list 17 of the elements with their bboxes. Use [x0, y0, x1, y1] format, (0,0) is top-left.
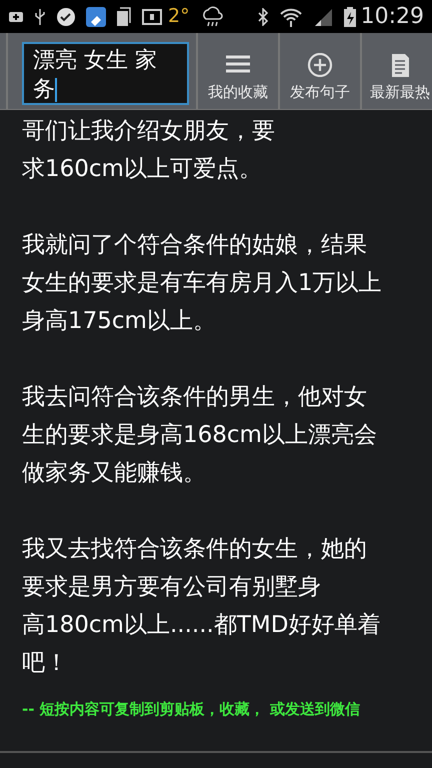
copy-icon — [116, 6, 132, 26]
wifi-icon — [278, 6, 303, 26]
battery-icon — [342, 6, 357, 28]
signal-icon — [312, 6, 333, 26]
hint-text: -- 短按内容可复制到剪贴板，收藏， 或发送到微信 — [22, 699, 361, 720]
check-icon — [56, 6, 76, 26]
post-paragraph: 我去问符合该条件的男生，他对女 生的要求是身高168cm以上漂亮会 做家务又能赚钱。 — [22, 383, 378, 488]
post-paragraph: 我又去找符合该条件的女生，她的 要求是男方要有公司有别墅身 高180cm以上......都TMD好好单着 吧！ — [22, 535, 382, 678]
bluetooth-icon — [256, 8, 269, 26]
post-paragraph: 我就问了个符合条件的姑娘，结果 女生的要求是有车有房月入1万以上 身高175cm以上。 — [22, 231, 383, 336]
post-paragraph: 哥们让我介绍女朋友，要 求160cm以上可爱点。 — [22, 117, 276, 184]
search-field[interactable]: 漂亮 女生 家务 — [22, 42, 189, 105]
time-text: 10:29 — [360, 3, 424, 31]
usb-icon — [34, 6, 46, 26]
calendar-icon — [142, 8, 162, 24]
temperature-text: 2° — [168, 4, 190, 30]
notification-icon — [8, 10, 24, 24]
